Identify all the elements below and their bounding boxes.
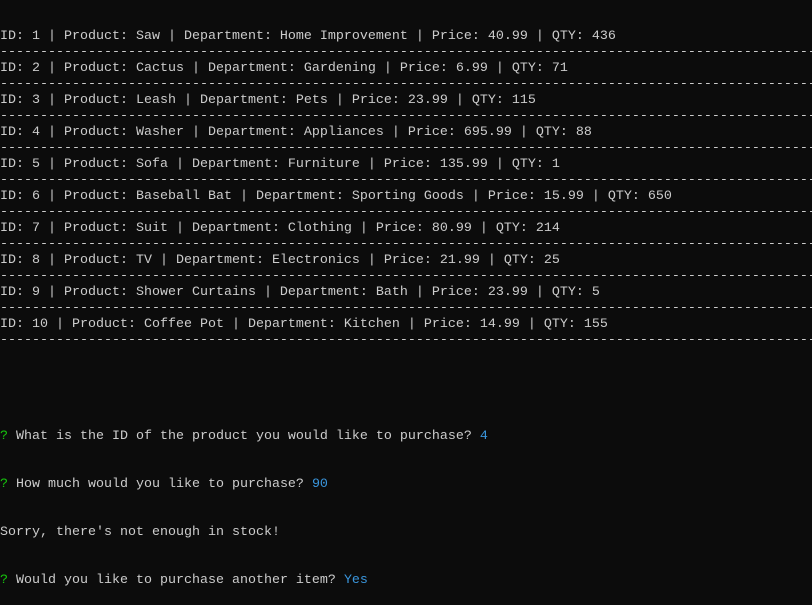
prompt-text: How much would you like to purchase?	[8, 477, 312, 492]
prompt-answer: 4	[479, 429, 488, 444]
product-row: ID: 10 | Product: Coffee Pot | Departmen…	[0, 317, 608, 332]
prompt-text: What is the ID of the product you would …	[8, 429, 480, 444]
separator-line: ----------------------------------------…	[0, 269, 812, 284]
product-row: ID: 5 | Product: Sofa | Department: Furn…	[0, 157, 560, 172]
prompt-product-id: ? What is the ID of the product you woul…	[0, 429, 812, 445]
product-row: ID: 2 | Product: Cactus | Department: Ga…	[0, 61, 568, 76]
question-mark-icon: ?	[0, 429, 8, 444]
separator-line: ----------------------------------------…	[0, 109, 812, 124]
product-row: ID: 7 | Product: Suit | Department: Clot…	[0, 221, 560, 236]
product-row: ID: 3 | Product: Leash | Department: Pet…	[0, 93, 536, 108]
stock-message: Sorry, there's not enough in stock!	[0, 525, 280, 540]
prompt-answer: Yes	[343, 573, 368, 588]
separator-line: ----------------------------------------…	[0, 333, 812, 348]
prompt-text: Would you like to purchase another item?	[8, 573, 344, 588]
product-row: ID: 8 | Product: TV | Department: Electr…	[0, 253, 560, 268]
terminal-output: ID: 1 | Product: Saw | Department: Home …	[0, 0, 812, 605]
separator-line: ----------------------------------------…	[0, 205, 812, 220]
product-list: ID: 1 | Product: Saw | Department: Home …	[0, 29, 812, 349]
separator-line: ----------------------------------------…	[0, 77, 812, 92]
product-row: ID: 4 | Product: Washer | Department: Ap…	[0, 125, 592, 140]
question-mark-icon: ?	[0, 573, 8, 588]
separator-line: ----------------------------------------…	[0, 141, 812, 156]
separator-line: ----------------------------------------…	[0, 173, 812, 188]
separator-line: ----------------------------------------…	[0, 301, 812, 316]
prompt-answer: 90	[311, 477, 328, 492]
question-mark-icon: ?	[0, 477, 8, 492]
product-row: ID: 1 | Product: Saw | Department: Home …	[0, 29, 616, 44]
product-row: ID: 9 | Product: Shower Curtains | Depar…	[0, 285, 600, 300]
separator-line: ----------------------------------------…	[0, 237, 812, 252]
prompt-another-item: ? Would you like to purchase another ite…	[0, 573, 812, 589]
product-row: ID: 6 | Product: Baseball Bat | Departme…	[0, 189, 672, 204]
prompt-quantity: ? How much would you like to purchase? 9…	[0, 477, 812, 493]
separator-line: ----------------------------------------…	[0, 45, 812, 60]
